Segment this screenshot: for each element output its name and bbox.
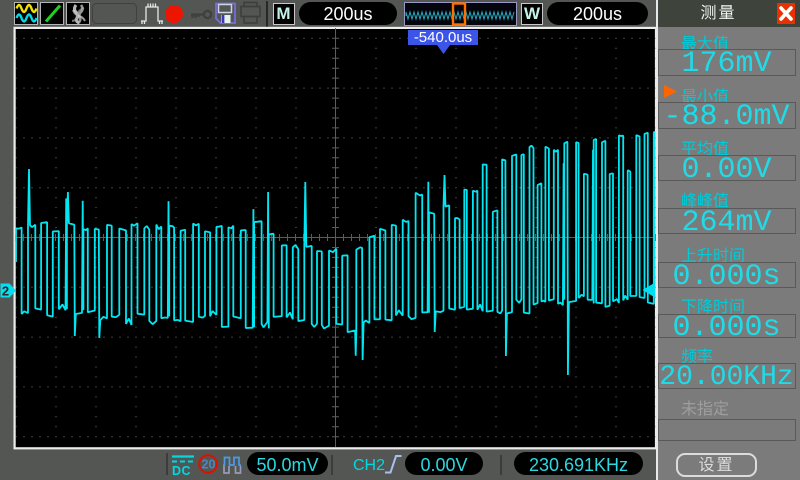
svg-text:2: 2 bbox=[2, 284, 9, 299]
svg-text:DC: DC bbox=[172, 464, 191, 478]
svg-text:CH2: CH2 bbox=[353, 457, 385, 474]
svg-text:20: 20 bbox=[202, 458, 216, 472]
